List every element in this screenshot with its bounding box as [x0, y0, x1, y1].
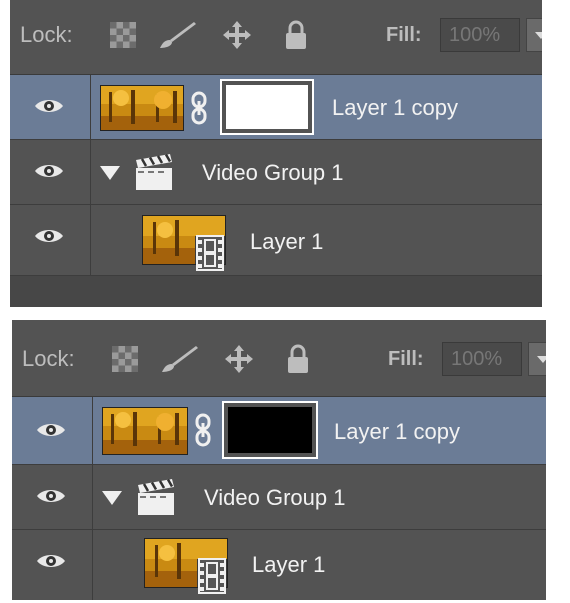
layer-name: Layer 1 [252, 552, 326, 577]
triangle-down-icon[interactable] [100, 166, 120, 180]
layer-thumbnail [102, 407, 188, 455]
layer-row-layer-1[interactable]: Layer 1 [12, 530, 546, 600]
visibility-toggle[interactable] [10, 205, 91, 275]
lock-bar: Lock: Fill: 100% [10, 0, 542, 75]
layer-thumbnail [100, 85, 184, 131]
move-arrows-icon[interactable] [224, 344, 254, 374]
eye-icon [35, 100, 63, 112]
fill-label: Fill: [386, 24, 422, 46]
layer-name: Layer 1 copy [334, 419, 460, 444]
filmstrip-icon [198, 558, 226, 594]
eye-icon [37, 555, 65, 567]
visibility-toggle[interactable] [10, 75, 91, 139]
eye-icon [37, 424, 65, 436]
layer-mask-thumbnail-frame[interactable] [222, 401, 318, 459]
layers-panel-bottom: Lock: Fill: 100% Layer 1 copy Video Grou… [12, 320, 546, 600]
lock-label: Lock: [22, 346, 75, 371]
visibility-toggle[interactable] [12, 530, 93, 600]
eye-icon [35, 230, 63, 242]
clapperboard-icon [138, 479, 174, 515]
chain-link-icon[interactable] [190, 91, 208, 125]
chain-link-icon[interactable] [194, 413, 212, 447]
layer-row-video-group-1[interactable]: Video Group 1 [12, 465, 546, 530]
eye-icon [35, 165, 63, 177]
layer-row-layer-1-copy[interactable]: Layer 1 copy [12, 397, 546, 465]
brush-icon[interactable] [158, 20, 198, 50]
layer-mask-fill [228, 407, 312, 453]
autumn-image-thumbnail [101, 86, 183, 130]
layer-row-layer-1-copy[interactable]: Layer 1 copy [10, 75, 542, 140]
layer-mask-thumbnail-frame[interactable] [220, 79, 314, 135]
autumn-image-thumbnail [103, 408, 187, 454]
brush-icon[interactable] [160, 344, 200, 374]
visibility-toggle[interactable] [10, 140, 91, 204]
lock-label: Lock: [20, 22, 73, 47]
triangle-down-icon[interactable] [102, 491, 122, 505]
layers-panel-top: Lock: Fill: 100% Layer 1 copy Video Grou… [10, 0, 542, 307]
layer-name: Video Group 1 [204, 485, 346, 510]
eye-icon [37, 490, 65, 502]
layer-name: Layer 1 copy [332, 95, 458, 120]
layer-row-video-group-1[interactable]: Video Group 1 [10, 140, 542, 205]
fill-dropdown-button[interactable] [528, 342, 546, 376]
fill-input[interactable]: 100% [442, 342, 522, 376]
fill-label: Fill: [388, 348, 424, 370]
layer-row-layer-1[interactable]: Layer 1 [10, 205, 542, 276]
layer-mask-fill [226, 85, 308, 129]
fill-dropdown-button[interactable] [526, 18, 542, 52]
layer-name: Layer 1 [250, 229, 324, 254]
clapperboard-icon [136, 154, 172, 190]
panel-empty-area [10, 276, 542, 307]
fill-input[interactable]: 100% [440, 18, 520, 52]
checkerboard-icon[interactable] [110, 22, 136, 48]
layer-name: Video Group 1 [202, 160, 344, 185]
filmstrip-icon [196, 235, 224, 271]
visibility-toggle[interactable] [12, 465, 93, 529]
checkerboard-icon[interactable] [112, 346, 138, 372]
move-arrows-icon[interactable] [222, 20, 252, 50]
padlock-icon[interactable] [286, 344, 310, 374]
visibility-toggle[interactable] [12, 397, 93, 464]
lock-bar: Lock: Fill: 100% [12, 320, 546, 397]
padlock-icon[interactable] [284, 20, 308, 50]
